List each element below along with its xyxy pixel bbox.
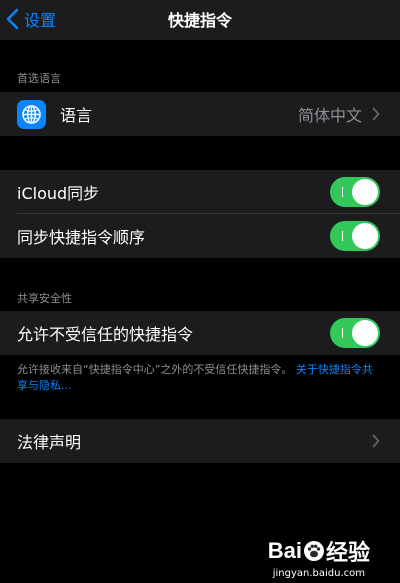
- language-row[interactable]: 语言 简体中文: [0, 92, 400, 136]
- icloud-sync-toggle[interactable]: [330, 177, 380, 207]
- navigation-bar: 设置 快捷指令: [0, 0, 400, 40]
- language-group: 语言 简体中文: [0, 92, 400, 136]
- sync-order-toggle[interactable]: [330, 221, 380, 251]
- page-title: 快捷指令: [167, 11, 232, 30]
- watermark-logo-left: Bai: [267, 538, 302, 563]
- untrusted-shortcuts-row: 允许不受信任的快捷指令: [0, 311, 400, 355]
- security-footnote: 允许接收来自“快捷指令中心”之外的不受信任快捷指令。 关于快捷指令共享与隐私..…: [17, 362, 383, 394]
- toggle-knob: [352, 179, 378, 205]
- section-header-security: 共享安全性: [17, 292, 72, 305]
- sync-group: iCloud同步 同步快捷指令顺序: [0, 170, 400, 258]
- watermark-url: jingyan.baidu.com: [272, 568, 365, 579]
- language-value: 简体中文: [297, 106, 362, 125]
- watermark-logo: Bai 经验: [268, 535, 370, 567]
- toggle-on-mark: [342, 231, 343, 241]
- sync-order-row: 同步快捷指令顺序: [0, 214, 400, 258]
- chevron-right-icon: [372, 107, 380, 121]
- toggle-on-mark: [342, 328, 343, 338]
- watermark-logo-right: 经验: [325, 540, 370, 565]
- legal-row[interactable]: 法律声明: [0, 419, 400, 463]
- toggle-knob: [352, 320, 378, 346]
- untrusted-shortcuts-toggle[interactable]: [330, 318, 380, 348]
- toggle-on-mark: [342, 187, 343, 197]
- icloud-sync-row: iCloud同步: [0, 170, 400, 214]
- globe-icon: [17, 99, 46, 129]
- icloud-sync-label: iCloud同步: [17, 184, 100, 203]
- sync-order-label: 同步快捷指令顺序: [17, 228, 146, 247]
- toggle-knob: [352, 223, 378, 249]
- untrusted-shortcuts-label: 允许不受信任的快捷指令: [17, 325, 194, 344]
- baidu-jingyan-watermark: Bai 经验 jingyan.baidu.com: [268, 535, 370, 579]
- security-group: 允许不受信任的快捷指令: [0, 311, 400, 355]
- legal-group: 法律声明: [0, 419, 400, 463]
- paw-icon: [303, 541, 324, 561]
- legal-label: 法律声明: [17, 433, 82, 452]
- language-label: 语言: [60, 106, 93, 125]
- chevron-right-icon: [372, 434, 380, 448]
- section-header-language: 首选语言: [17, 72, 61, 85]
- footnote-text: 允许接收来自“快捷指令中心”之外的不受信任快捷指令。: [17, 363, 293, 376]
